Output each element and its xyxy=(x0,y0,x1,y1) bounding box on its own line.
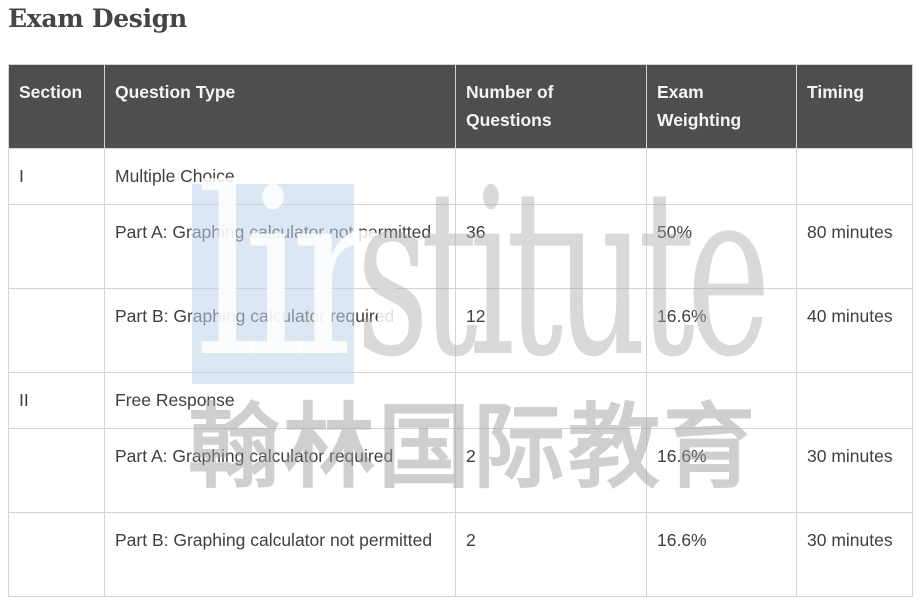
cell-section xyxy=(8,288,105,373)
cell-number-of-questions xyxy=(455,148,647,205)
header-exam-weighting: Exam Weighting xyxy=(646,64,797,149)
cell-exam-weighting: 16.6% xyxy=(646,512,797,597)
header-number-of-questions: Number of Questions xyxy=(455,64,647,149)
cell-question-type: Part A: Graphing calculator required xyxy=(104,428,456,513)
cell-section xyxy=(8,512,105,597)
cell-timing: 80 minutes xyxy=(796,204,913,289)
cell-exam-weighting: 16.6% xyxy=(646,428,797,513)
cell-section: I xyxy=(8,148,105,205)
cell-timing xyxy=(796,372,913,429)
cell-section xyxy=(8,428,105,513)
cell-section xyxy=(8,204,105,289)
cell-section: II xyxy=(8,372,105,429)
cell-timing xyxy=(796,148,913,205)
table-row: II Free Response xyxy=(8,372,913,429)
cell-exam-weighting xyxy=(646,372,797,429)
cell-number-of-questions xyxy=(455,372,647,429)
table-row: I Multiple Choice xyxy=(8,148,913,205)
table-row: Part A: Graphing calculator required 2 1… xyxy=(8,428,913,513)
cell-question-type: Part A: Graphing calculator not permitte… xyxy=(104,204,456,289)
table-row: Part B: Graphing calculator not permitte… xyxy=(8,512,913,597)
cell-number-of-questions: 2 xyxy=(455,428,647,513)
cell-number-of-questions: 12 xyxy=(455,288,647,373)
cell-number-of-questions: 2 xyxy=(455,512,647,597)
cell-question-type: Multiple Choice xyxy=(104,148,456,205)
page-title: Exam Design xyxy=(8,4,187,33)
cell-question-type: Free Response xyxy=(104,372,456,429)
table-row: Part A: Graphing calculator not permitte… xyxy=(8,204,913,289)
cell-timing: 40 minutes xyxy=(796,288,913,373)
cell-timing: 30 minutes xyxy=(796,428,913,513)
cell-exam-weighting: 16.6% xyxy=(646,288,797,373)
header-timing: Timing xyxy=(796,64,913,149)
cell-question-type: Part B: Graphing calculator not permitte… xyxy=(104,512,456,597)
table-header-row: Section Question Type Number of Question… xyxy=(8,64,913,149)
cell-exam-weighting: 50% xyxy=(646,204,797,289)
cell-timing: 30 minutes xyxy=(796,512,913,597)
table-row: Part B: Graphing calculator required 12 … xyxy=(8,288,913,373)
cell-exam-weighting xyxy=(646,148,797,205)
cell-question-type: Part B: Graphing calculator required xyxy=(104,288,456,373)
header-section: Section xyxy=(8,64,105,149)
header-question-type: Question Type xyxy=(104,64,456,149)
exam-design-table: Section Question Type Number of Question… xyxy=(8,64,913,597)
cell-number-of-questions: 36 xyxy=(455,204,647,289)
